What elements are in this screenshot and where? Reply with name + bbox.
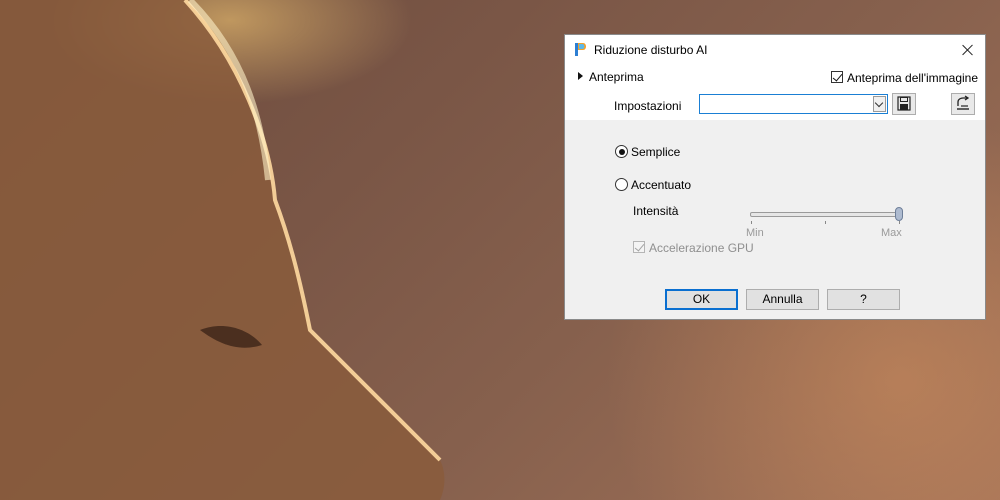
mode-enhanced-radio[interactable] xyxy=(615,178,628,191)
help-button[interactable]: ? xyxy=(827,289,900,310)
checkbox xyxy=(633,241,645,253)
noise-reduction-dialog: Riduzione disturbo AI Anteprima Anteprim… xyxy=(564,34,986,320)
gpu-acceleration-checkbox: Accelerazione GPU xyxy=(633,240,763,256)
ok-button[interactable]: OK xyxy=(665,289,738,310)
dialog-title: Riduzione disturbo AI xyxy=(594,43,708,57)
checkmark-icon xyxy=(634,241,645,252)
mode-simple-radio[interactable] xyxy=(615,145,628,158)
gpu-acceleration-label: Accelerazione GPU xyxy=(649,241,754,255)
radio-selected-dot xyxy=(618,148,625,155)
checkmark-icon xyxy=(832,71,843,82)
app-logo-icon xyxy=(575,43,586,56)
reset-preset-button[interactable] xyxy=(951,93,975,115)
intensity-max-label: Max xyxy=(881,227,902,239)
mode-enhanced-label: Accentuato xyxy=(631,178,692,192)
settings-label: Impostazioni xyxy=(614,99,682,113)
slider-tick xyxy=(825,221,826,224)
slider-tick xyxy=(751,221,752,224)
preview-label: Anteprima xyxy=(589,70,644,84)
slider-thumb[interactable] xyxy=(895,207,903,221)
checkbox[interactable] xyxy=(831,71,843,83)
options-panel: Semplice Accentuato Intensità Min Max Ac… xyxy=(565,120,985,319)
reset-preset-icon xyxy=(957,95,970,110)
mode-simple-label: Semplice xyxy=(631,145,681,159)
slider-track xyxy=(750,212,902,217)
settings-dropdown[interactable] xyxy=(699,94,888,114)
image-preview-label: Anteprima dell'immagine xyxy=(847,71,979,85)
intensity-min-label: Min xyxy=(746,227,764,239)
slider-tick xyxy=(899,221,900,224)
cancel-button[interactable]: Annulla xyxy=(746,289,819,310)
save-preset-button[interactable] xyxy=(892,93,916,115)
close-button[interactable] xyxy=(957,39,979,61)
image-preview-checkbox[interactable]: Anteprima dell'immagine xyxy=(831,70,981,86)
chevron-down-icon[interactable] xyxy=(873,96,886,112)
title-bar: Riduzione disturbo AI xyxy=(565,35,985,65)
triangle-right-icon xyxy=(578,72,583,80)
intensity-label: Intensità xyxy=(633,204,679,218)
floppy-disk-icon xyxy=(897,96,911,111)
